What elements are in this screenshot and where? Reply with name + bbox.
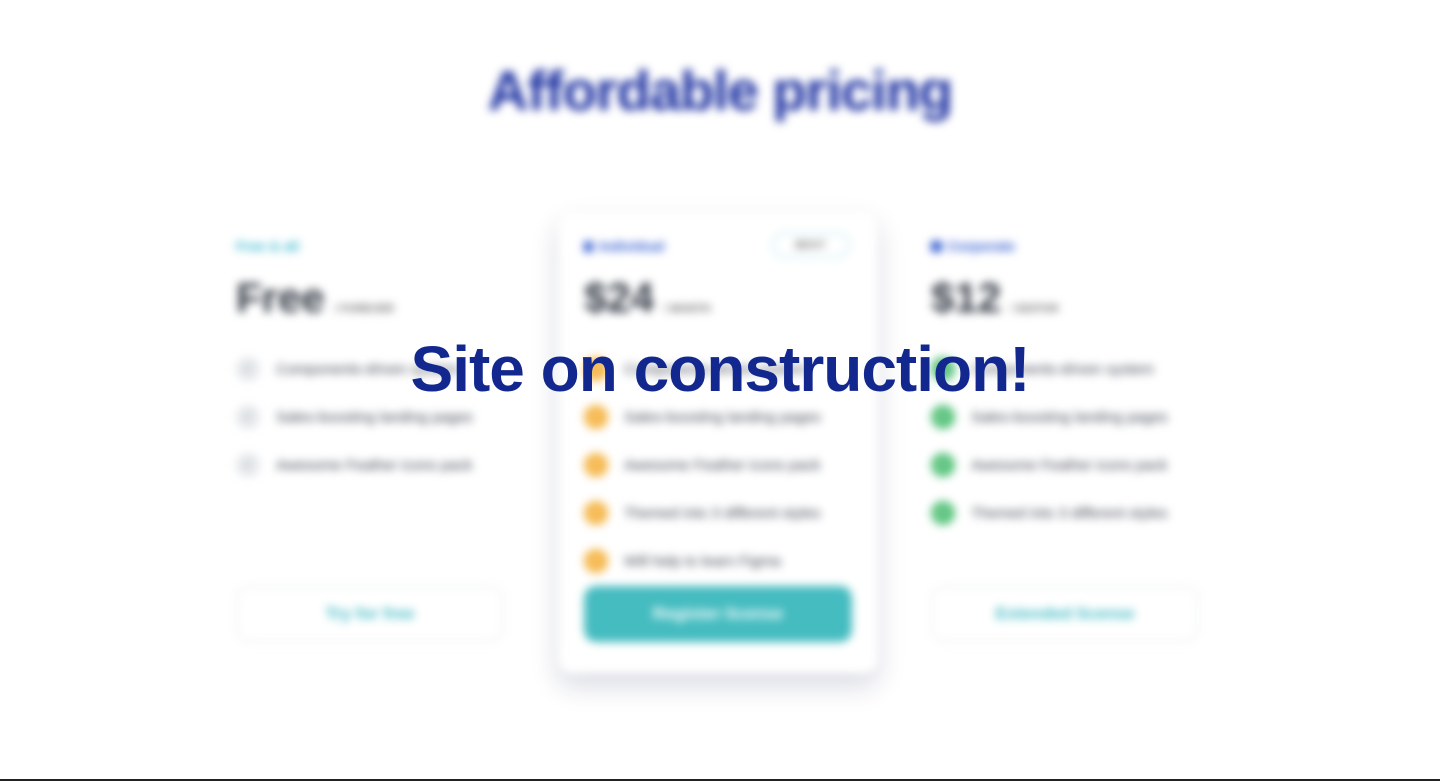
plan-card-individual: Individual BEST $24 / MONTH ✓ Components-… <box>558 212 878 674</box>
plan-period: / MONTH <box>664 303 711 315</box>
feature-item: ✓ Themed into 3 different styles <box>584 489 821 537</box>
feature-item: ✓ Will help to learn Figma <box>584 537 821 585</box>
plan-period: / FOREVER <box>334 303 395 315</box>
check-icon: ✓ <box>584 453 608 477</box>
feature-label: Will help to learn Figma <box>624 552 781 570</box>
register-license-button[interactable]: Register license <box>584 586 852 642</box>
check-icon: ✓ <box>236 405 260 429</box>
check-icon: ✓ <box>236 453 260 477</box>
feature-label: Sales-boosting landing pages <box>624 408 821 426</box>
feature-item: ✓ Awesome Feather icons pack <box>931 441 1168 489</box>
plan-name-individual: Individual <box>584 238 664 254</box>
plan-price: $24 <box>584 274 655 321</box>
plan-name-label: Corporate <box>948 238 1015 254</box>
feature-item: ✓ Awesome Feather icons pack <box>236 441 473 489</box>
plan-card-free: Free & all Free / FOREVER ✓ Components-dr… <box>210 212 530 674</box>
construction-message: Site on construction! <box>410 333 1031 405</box>
plan-period: / EDITOR <box>1011 303 1059 315</box>
building-icon <box>931 240 942 252</box>
price-row-free: Free / FOREVER <box>236 274 394 322</box>
plan-name-free: Free & all <box>236 238 300 254</box>
feature-item: ✓ Themed into 3 different styles <box>931 489 1168 537</box>
try-for-free-button[interactable]: Try for free <box>236 586 504 642</box>
check-icon: ✓ <box>931 453 955 477</box>
plan-card-corporate: Corporate $12 / EDITOR ✓ Components-drive… <box>905 212 1225 674</box>
pricing-heading: Affordable pricing <box>487 59 953 122</box>
plan-price: $12 <box>931 274 1002 321</box>
feature-label: Awesome Feather icons pack <box>971 456 1168 474</box>
user-icon <box>584 240 593 252</box>
plan-price: Free <box>236 274 325 321</box>
check-icon: ✓ <box>584 405 608 429</box>
price-row-corporate: $12 / EDITOR <box>931 274 1059 322</box>
plan-name-label: Individual <box>599 238 665 254</box>
feature-label: Sales-boosting landing pages <box>971 408 1168 426</box>
feature-label: Themed into 3 different styles <box>624 504 821 522</box>
check-icon: ✓ <box>931 405 955 429</box>
price-row-individual: $24 / MONTH <box>584 274 711 322</box>
feature-item: ✓ Awesome Feather icons pack <box>584 441 821 489</box>
best-badge: BEST <box>772 232 850 258</box>
feature-label: Awesome Feather icons pack <box>624 456 821 474</box>
check-icon: ✓ <box>931 501 955 525</box>
feature-label: Themed into 3 different styles <box>971 504 1168 522</box>
extended-license-button[interactable]: Extended license <box>931 586 1199 642</box>
feature-label: Sales-boosting landing pages <box>276 408 473 426</box>
feature-label: Awesome Feather icons pack <box>276 456 473 474</box>
check-icon: ✓ <box>584 501 608 525</box>
check-icon: ✓ <box>584 549 608 573</box>
plan-name-corporate: Corporate <box>931 238 1015 254</box>
